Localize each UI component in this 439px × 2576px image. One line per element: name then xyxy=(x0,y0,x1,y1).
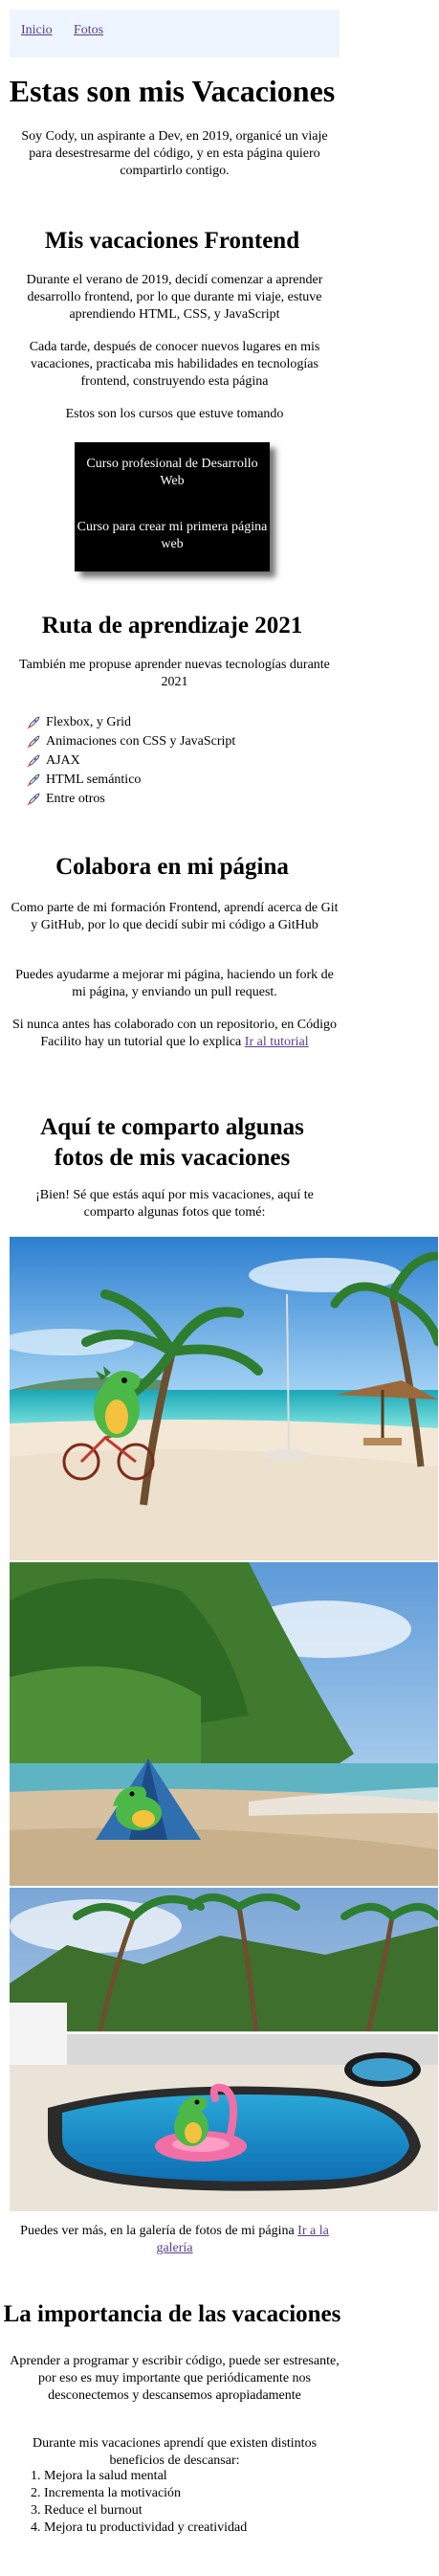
course-item[interactable]: Curso para crear mi primera página web xyxy=(75,519,270,553)
list-item: Incrementa la motivación xyxy=(44,2485,247,2502)
page-title: Estas son mis Vacaciones xyxy=(9,74,336,108)
collab-title: Colabora en mi página xyxy=(55,854,289,880)
list-item: Mejora la salud mental xyxy=(44,2468,247,2485)
list-item: Flexbox, y Grid xyxy=(25,713,235,732)
topic-label: Animaciones con CSS y JavaScript xyxy=(46,734,236,749)
frontend-title: Mis vacaciones Frontend xyxy=(44,228,300,254)
top-nav: Inicio Fotos xyxy=(10,10,340,57)
benefits-list: Mejora la salud mental Incrementa la mot… xyxy=(44,2468,247,2537)
path-intro: También me propuse aprender nuevas tecno… xyxy=(19,658,330,689)
importance-p2: Durante mis vacaciones aprendí que exist… xyxy=(32,2436,318,2468)
frontend-p1: Durante el verano de 2019, decidí comenz… xyxy=(26,273,323,322)
topic-label: Entre otros xyxy=(46,792,105,806)
topic-label: AJAX xyxy=(46,753,80,768)
rocket-icon xyxy=(25,791,42,808)
pool-float-photo xyxy=(10,1888,438,2211)
list-item: Mejora tu productividad y creatividad xyxy=(44,2520,247,2537)
collab-p1: Como parte de mi formación Frontend, apr… xyxy=(11,901,339,932)
list-item: Animaciones con CSS y JavaScript xyxy=(25,732,235,751)
rocket-icon xyxy=(25,714,42,731)
rocket-icon xyxy=(25,752,42,770)
list-item: HTML semántico xyxy=(25,771,235,790)
importance-p1: Aprender a programar y escribir código, … xyxy=(10,2354,340,2403)
gallery-title: Aquí te comparto algunas fotos de mis va… xyxy=(40,1114,304,1171)
nav-link-home[interactable]: Inicio xyxy=(21,22,53,39)
gallery-intro: ¡Bien! Sé que estás aquí por mis vacacio… xyxy=(35,1188,314,1220)
rocket-icon xyxy=(25,772,42,789)
topic-label: HTML semántico xyxy=(46,773,142,787)
topics-list: Flexbox, y Grid Animaciones con CSS y Ja… xyxy=(25,713,235,809)
list-item: AJAX xyxy=(25,751,235,771)
beach-tent-photo xyxy=(10,1562,438,1886)
list-item: Reduce el burnout xyxy=(44,2502,247,2520)
intro-text: Soy Cody, un aspirante a Dev, en 2019, o… xyxy=(21,129,328,178)
topic-label: Flexbox, y Grid xyxy=(46,715,132,729)
gallery-more: Puedes ver más, en la galería de fotos d… xyxy=(10,2223,340,2257)
collab-p3: Si nunca antes has colaborado con un rep… xyxy=(10,1017,340,1051)
frontend-p2: Cada tarde, después de conocer nuevos lu… xyxy=(29,340,320,389)
courses-box: Curso profesional de Desarrollo Web Curs… xyxy=(75,442,270,571)
path-title: Ruta de aprendizaje 2021 xyxy=(41,613,303,638)
beach-bike-photo xyxy=(10,1237,438,1560)
collab-p2: Puedes ayudarme a mejorar mi página, hac… xyxy=(15,968,334,999)
course-item[interactable]: Curso profesional de Desarrollo Web xyxy=(75,456,270,490)
nav-link-photos[interactable]: Fotos xyxy=(74,22,103,39)
tutorial-link[interactable]: Ir al tutorial xyxy=(245,1035,309,1049)
frontend-p3: Estos son los cursos que estuve tomando xyxy=(65,407,284,421)
importance-title: La importancia de las vacaciones xyxy=(3,2301,341,2327)
list-item: Entre otros xyxy=(25,790,235,809)
gallery-more-text: Puedes ver más, en la galería de fotos d… xyxy=(20,2224,298,2238)
rocket-icon xyxy=(25,733,42,750)
